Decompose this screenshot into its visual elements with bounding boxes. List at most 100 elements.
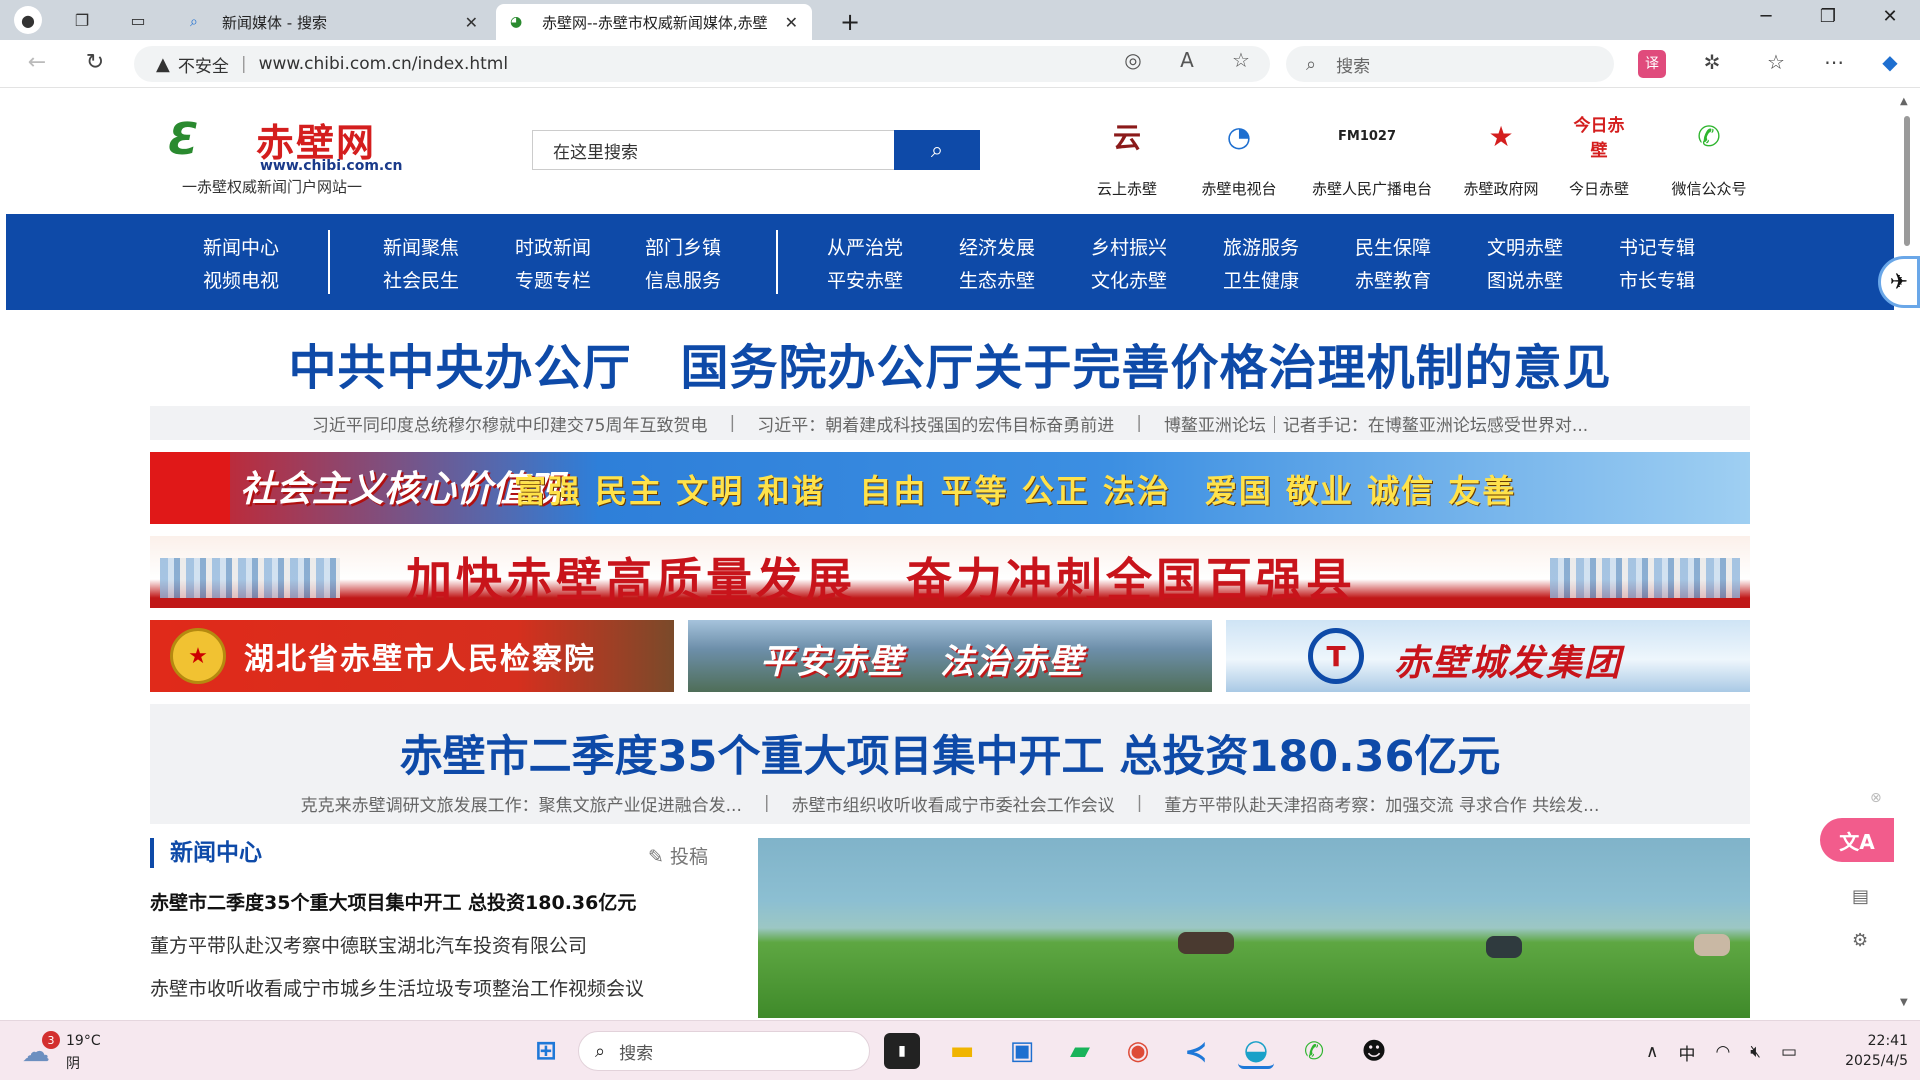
ime-indicator[interactable]: 中: [1678, 1040, 1695, 1065]
site-link[interactable]: ✆ 微信公众号: [1654, 104, 1764, 199]
news-item[interactable]: 董方平带队赴汉考察中德联宝湖北汽车投资有限公司: [150, 931, 710, 958]
feature-sub-link[interactable]: 克克来赤壁调研文旅发展工作：聚焦文旅产业促进融合发...: [301, 791, 742, 816]
site-search-input[interactable]: [532, 130, 894, 170]
new-tab-button[interactable]: +: [826, 4, 874, 40]
site-link[interactable]: 云云上赤壁: [1072, 104, 1182, 199]
clock[interactable]: 22:41 2025/4/5: [1828, 1031, 1908, 1071]
site-search-button[interactable]: ⌕: [894, 130, 980, 170]
copilot-icon[interactable]: ◆: [1876, 50, 1904, 78]
nav-link[interactable]: 平安赤壁: [810, 265, 920, 298]
site-link[interactable]: ★ 赤壁政府网: [1446, 104, 1556, 199]
nav-link[interactable]: 时政新闻: [498, 232, 608, 265]
refresh-icon[interactable]: ↻: [80, 50, 110, 75]
nav-link[interactable]: 市长专辑: [1602, 265, 1712, 298]
feature-title[interactable]: 赤壁市二季度35个重大项目集中开工 总投资180.36亿元: [150, 722, 1750, 784]
feature-sub-link[interactable]: 赤壁市组织收听收看咸宁市委社会工作会议: [792, 791, 1115, 816]
news-item[interactable]: 赤壁市收听收看咸宁市城乡生活垃圾专项整治工作视频会议: [150, 974, 710, 1001]
profile-icon[interactable]: ●: [14, 6, 42, 34]
news-center-title[interactable]: 新闻中心: [150, 838, 262, 868]
translate-float-button[interactable]: 文A: [1820, 818, 1894, 862]
submit-link[interactable]: ✎ 投稿: [648, 842, 708, 869]
qq-icon[interactable]: ☻: [1356, 1033, 1392, 1069]
procuratorate-banner[interactable]: ★ 湖北省赤壁市人民检察院: [150, 620, 674, 692]
nav-link[interactable]: 民生保障: [1338, 232, 1448, 265]
nav-link[interactable]: 新闻聚焦: [366, 232, 476, 265]
favorites-icon[interactable]: ☆: [1762, 50, 1790, 78]
urban-dev-banner[interactable]: T 赤壁城发集团: [1226, 620, 1750, 692]
sub-headline-link[interactable]: 习近平同印度总统穆尔穆就中印建交75周年互致贺电: [312, 411, 708, 436]
store-icon[interactable]: ▣: [1004, 1033, 1040, 1069]
scroll-down-icon[interactable]: ▼: [1900, 997, 1908, 1008]
page-scrollbar[interactable]: ▲ ▼: [1900, 96, 1912, 1008]
wifi-icon[interactable]: ◠: [1715, 1042, 1730, 1062]
edge-icon[interactable]: ◒: [1238, 1033, 1274, 1069]
scroll-thumb[interactable]: [1904, 116, 1910, 246]
app-green-icon[interactable]: ▰: [1062, 1033, 1098, 1069]
battery-icon[interactable]: ▭: [1781, 1042, 1797, 1062]
nav-link[interactable]: 图说赤壁: [1470, 265, 1580, 298]
site-logo[interactable]: Ɛ 赤壁网 www.chibi.com.cn 一赤壁权威新闻门户网站一: [168, 112, 404, 196]
close-tab-icon[interactable]: ✕: [465, 13, 478, 32]
url-field[interactable]: ▲ 不安全 | www.chibi.com.cn/index.html: [134, 46, 1270, 82]
translate-extension-icon[interactable]: 译: [1638, 50, 1666, 78]
document-icon[interactable]: ▤: [1852, 886, 1894, 907]
news-item[interactable]: 赤壁市二季度35个重大项目集中开工 总投资180.36亿元: [150, 888, 710, 915]
site-link[interactable]: FM1027 赤壁人民广播电台: [1312, 104, 1432, 199]
tab-actions-icon[interactable]: ▭: [124, 6, 152, 34]
taskbar-search[interactable]: ⌕ 搜索: [578, 1031, 870, 1071]
nav-link[interactable]: 乡村振兴: [1074, 232, 1184, 265]
mute-volume-icon[interactable]: 🔇︎: [1750, 1042, 1761, 1062]
restore-icon[interactable]: ❐: [1808, 6, 1848, 27]
read-aloud-icon[interactable]: A: [1172, 48, 1202, 72]
sub-headline-link[interactable]: 习近平：朝着建成科技强国的宏伟目标奋勇前进: [757, 411, 1114, 436]
weather-widget[interactable]: ☁ 3 19°C 阴: [22, 1031, 122, 1073]
nav-link[interactable]: 文明赤壁: [1470, 232, 1580, 265]
close-window-icon[interactable]: ✕: [1870, 6, 1910, 27]
tab-search[interactable]: ⌕ 新闻媒体 - 搜索 ✕: [176, 4, 492, 40]
more-menu-icon[interactable]: ⋯: [1820, 50, 1848, 78]
nav-link[interactable]: 文化赤壁: [1074, 265, 1184, 298]
close-float-icon[interactable]: ⊗: [1870, 790, 1894, 806]
site-link[interactable]: ◔ 赤壁电视台: [1184, 104, 1294, 199]
nav-link[interactable]: 社会民生: [366, 265, 476, 298]
nav-link[interactable]: 旅游服务: [1206, 232, 1316, 265]
nav-link[interactable]: 经济发展: [942, 232, 1052, 265]
settings-gear-icon[interactable]: ⚙: [1852, 930, 1894, 951]
extensions-icon[interactable]: ✲: [1698, 50, 1726, 78]
safe-chibi-banner[interactable]: 平安赤壁 法治赤壁: [688, 620, 1212, 692]
core-values-banner[interactable]: 社会主义核心价值观 富强 民主 文明 和谐 自由 平等 公正 法治 爱国 敬业 …: [150, 452, 1750, 524]
scroll-up-icon[interactable]: ▲: [1900, 96, 1908, 107]
site-link[interactable]: 今日赤壁 今日赤壁: [1544, 104, 1654, 199]
nav-link[interactable]: 书记专辑: [1602, 232, 1712, 265]
nav-link[interactable]: 新闻中心: [186, 232, 296, 265]
vscode-icon[interactable]: ≺: [1178, 1033, 1214, 1069]
nav-link[interactable]: 专题专栏: [498, 265, 608, 298]
nav-link[interactable]: 信息服务: [628, 265, 738, 298]
top-headline[interactable]: 中共中央办公厅 国务院办公厅关于完善价格治理机制的意见: [150, 328, 1750, 398]
back-icon[interactable]: ←: [22, 50, 52, 75]
minimize-icon[interactable]: ─: [1746, 6, 1786, 27]
development-banner[interactable]: 加快赤壁高质量发展 奋力冲刺全国百强县: [150, 536, 1750, 608]
nav-link[interactable]: 赤壁教育: [1338, 265, 1448, 298]
terminal-icon[interactable]: ▮: [884, 1033, 920, 1069]
immersive-reader-icon[interactable]: ◎: [1118, 48, 1148, 72]
feature-sub-link[interactable]: 董方平带队赴天津招商考察：加强交流 寻求合作 共绘发...: [1164, 791, 1599, 816]
chevron-up-icon[interactable]: ∧: [1646, 1042, 1658, 1062]
close-tab-icon[interactable]: ✕: [785, 13, 798, 32]
nav-link[interactable]: 从严治党: [810, 232, 920, 265]
collections-icon[interactable]: ❐: [68, 6, 96, 34]
featured-photo[interactable]: [758, 838, 1750, 1018]
nav-link[interactable]: 生态赤壁: [942, 265, 1052, 298]
start-windows-icon[interactable]: ⊞: [528, 1033, 564, 1069]
favorite-star-icon[interactable]: ☆: [1226, 48, 1256, 72]
nav-link[interactable]: 视频电视: [186, 265, 296, 298]
browser-search-input[interactable]: ⌕ 搜索: [1286, 46, 1614, 82]
wechat-icon[interactable]: ✆: [1296, 1033, 1332, 1069]
file-explorer-icon[interactable]: ▬: [944, 1033, 980, 1069]
clock-time: 22:41: [1867, 1033, 1908, 1049]
sub-headline-link[interactable]: 博鳌亚洲论坛｜记者手记：在博鳌亚洲论坛感受世界对...: [1164, 411, 1588, 436]
nav-link[interactable]: 卫生健康: [1206, 265, 1316, 298]
tab-chibi[interactable]: ◕ 赤壁网--赤壁市权威新闻媒体,赤壁 ✕: [496, 4, 812, 40]
nav-link[interactable]: 部门乡镇: [628, 232, 738, 265]
chrome-icon[interactable]: ◉: [1120, 1033, 1156, 1069]
